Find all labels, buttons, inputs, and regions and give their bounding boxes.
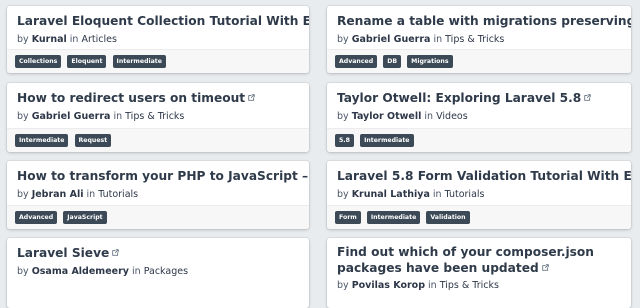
external-link-icon [584,94,592,101]
author-link[interactable]: Gabriel Guerra [352,34,431,45]
author-link[interactable]: Kurnal [32,34,67,45]
article-title-link[interactable]: Laravel Sieve [17,245,299,261]
article-card: How to redirect users on timeout by Gabr… [7,83,309,152]
article-card: Rename a table with migrations preservin… [327,6,631,73]
category-link[interactable]: Articles [82,34,117,45]
article-title-link[interactable]: Laravel 5.8 Form Validation Tutorial Wit… [337,168,631,184]
article-meta: by Osama Aldemeery in Packages [17,266,189,277]
tag[interactable]: Advanced [335,55,378,68]
article-grid: Laravel Eloquent Collection Tutorial Wit… [0,0,640,308]
article-title-link[interactable]: How to redirect users on timeout [17,90,299,106]
external-link-icon [541,264,549,271]
article-card: How to transform your PHP to JavaScript … [7,161,309,229]
tag[interactable]: Validation [426,211,470,224]
tag[interactable]: Advanced [15,211,58,224]
tag-list: Form Intermediate Validation [327,205,631,229]
tag-list: 5.8 Intermediate [327,128,631,152]
tag[interactable]: Intermediate [366,211,421,224]
category-link[interactable]: Packages [144,266,188,277]
article-title-link[interactable]: Laravel Eloquent Collection Tutorial Wit… [17,13,309,29]
article-title-link[interactable]: Taylor Otwell: Exploring Laravel 5.8 [337,90,621,106]
article-card: Find out which of your composer.json pac… [327,238,631,308]
category-link[interactable]: Videos [436,111,468,122]
article-card: Laravel 5.8 Form Validation Tutorial Wit… [327,161,631,229]
tag-list: Collections Eloquent Intermediate [7,49,309,73]
external-link-icon [112,249,120,256]
author-link[interactable]: Taylor Otwell [352,111,422,122]
tag-list: Intermediate Request [7,128,309,152]
article-meta: by Taylor Otwell in Videos [337,111,468,122]
tag-list: Advanced JavaScript [7,205,309,229]
tag[interactable]: Eloquent [67,55,107,68]
article-card: Laravel Eloquent Collection Tutorial Wit… [7,6,309,73]
tag[interactable]: Intermediate [360,134,414,147]
tag[interactable]: Form [335,211,361,224]
author-link[interactable]: Jebran Ali [32,189,84,200]
article-meta: by Gabriel Guerra in Tips & Tricks [17,111,185,122]
article-title-link[interactable]: Find out which of your composer.json pac… [337,244,621,276]
article-meta: by Gabriel Guerra in Tips & Tricks [337,34,505,45]
category-link[interactable]: Tips & Tricks [440,280,499,291]
author-link[interactable]: Krunal Lathiya [352,189,430,200]
category-link[interactable]: Tips & Tricks [445,34,504,45]
tag[interactable]: 5.8 [335,134,354,147]
tag-list: Advanced DB Migrations [327,49,631,73]
author-link[interactable]: Osama Aldemeery [32,266,129,277]
author-link[interactable]: Povilas Korop [352,280,425,291]
article-meta: by Jebran Ali in Tutorials [17,189,139,200]
tag[interactable]: JavaScript [63,211,107,224]
article-meta: by Povilas Korop in Tips & Tricks [337,280,499,291]
category-link[interactable]: Tutorials [98,189,138,200]
tag[interactable]: DB [383,55,402,68]
article-card: Laravel Sieve by Osama Aldemeery in Pack… [7,238,309,308]
category-link[interactable]: Tips & Tricks [125,111,184,122]
article-title-link[interactable]: Rename a table with migrations preservin… [337,13,631,29]
article-title-link[interactable]: How to transform your PHP to JavaScript … [17,168,309,184]
tag[interactable]: Intermediate [112,55,166,68]
tag[interactable]: Intermediate [15,134,69,147]
article-card: Taylor Otwell: Exploring Laravel 5.8 by … [327,83,631,152]
tag[interactable]: Migrations [407,55,453,68]
external-link-icon [248,94,255,101]
author-link[interactable]: Gabriel Guerra [32,111,111,122]
category-link[interactable]: Tutorials [445,189,485,200]
article-meta: by Krunal Lathiya in Tutorials [337,189,485,200]
tag[interactable]: Request [74,134,112,147]
tag[interactable]: Collections [15,55,62,68]
article-meta: by Kurnal in Articles [17,34,117,45]
